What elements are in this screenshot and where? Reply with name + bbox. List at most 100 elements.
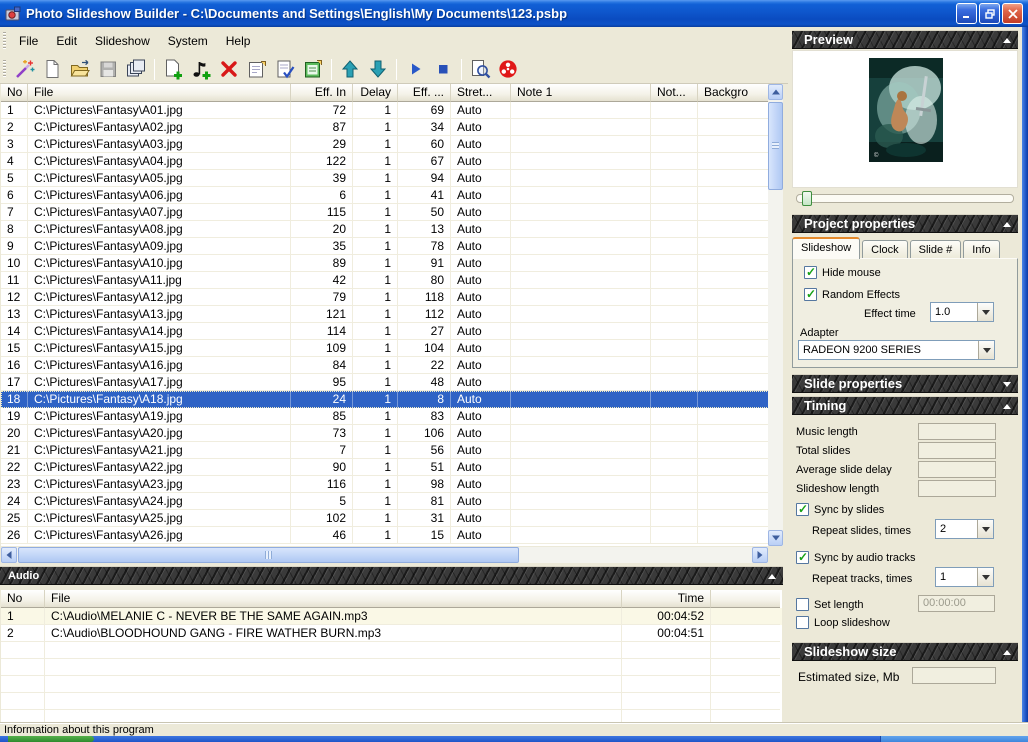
slideshow-size-header[interactable]: Slideshow size: [792, 642, 1018, 661]
open-project-icon[interactable]: [67, 57, 93, 82]
effect-time-combobox[interactable]: 1.0: [930, 302, 994, 322]
col-header-note1[interactable]: Note 1: [511, 84, 651, 102]
horizontal-scroll-thumb[interactable]: [18, 547, 519, 563]
menubar-grip-handle[interactable]: [3, 32, 6, 50]
preview-icon[interactable]: [467, 57, 493, 82]
play-icon[interactable]: [402, 57, 428, 82]
notes-icon[interactable]: [300, 57, 326, 82]
preview-slider-thumb[interactable]: [802, 191, 812, 206]
col-header-eff-in[interactable]: Eff. In: [291, 84, 353, 102]
loop-slideshow-checkbox[interactable]: [796, 616, 809, 629]
col-header-eff[interactable]: Eff. ...: [398, 84, 451, 102]
wheel-icon[interactable]: [495, 57, 521, 82]
minimize-button[interactable]: [956, 3, 977, 24]
tab-info[interactable]: Info: [963, 240, 999, 259]
verify-icon[interactable]: [272, 57, 298, 82]
slide-row[interactable]: 20C:\Pictures\Fantasy\A20.jpg731106Auto: [1, 425, 783, 442]
tab-clock[interactable]: Clock: [862, 240, 908, 259]
slide-row[interactable]: 13C:\Pictures\Fantasy\A13.jpg1211112Auto: [1, 306, 783, 323]
chevron-down-icon[interactable]: [977, 303, 993, 321]
slide-row[interactable]: 18C:\Pictures\Fantasy\A18.jpg2418Auto: [1, 391, 783, 408]
slide-row[interactable]: 26C:\Pictures\Fantasy\A26.jpg46115Auto: [1, 527, 783, 544]
repeat-tracks-combobox[interactable]: 1: [935, 567, 994, 587]
preview-slider-track[interactable]: [796, 194, 1014, 203]
tab-slide-[interactable]: Slide #: [910, 240, 962, 259]
timing-section-header[interactable]: Timing: [792, 396, 1018, 415]
slide-row[interactable]: 16C:\Pictures\Fantasy\A16.jpg84122Auto: [1, 357, 783, 374]
adapter-combobox[interactable]: RADEON 9200 SERIES: [798, 340, 995, 360]
slide-row[interactable]: 15C:\Pictures\Fantasy\A15.jpg1091104Auto: [1, 340, 783, 357]
menu-item-file[interactable]: File: [10, 31, 47, 51]
slides-horizontal-scrollbar[interactable]: [1, 547, 768, 563]
move-up-icon[interactable]: [337, 57, 363, 82]
menu-item-slideshow[interactable]: Slideshow: [86, 31, 159, 51]
restore-button[interactable]: [979, 3, 1000, 24]
audio-row[interactable]: 2C:\Audio\BLOODHOUND GANG - FIRE WATHER …: [1, 625, 782, 642]
slides-vertical-scrollbar[interactable]: [768, 84, 783, 546]
slide-row[interactable]: 22C:\Pictures\Fantasy\A22.jpg90151Auto: [1, 459, 783, 476]
audio-col-time[interactable]: Time: [622, 590, 711, 608]
slide-row[interactable]: 8C:\Pictures\Fantasy\A08.jpg20113Auto: [1, 221, 783, 238]
hide-mouse-checkbox[interactable]: [804, 266, 817, 279]
menu-item-system[interactable]: System: [159, 31, 217, 51]
slide-row[interactable]: 12C:\Pictures\Fantasy\A12.jpg791118Auto: [1, 289, 783, 306]
save-project-icon[interactable]: [95, 57, 121, 82]
audio-col-file[interactable]: File: [45, 590, 622, 608]
slide-row[interactable]: 1C:\Pictures\Fantasy\A01.jpg72169Auto: [1, 102, 783, 119]
project-properties-header[interactable]: Project properties: [792, 214, 1018, 233]
add-audio-icon[interactable]: [188, 57, 214, 82]
slide-row[interactable]: 17C:\Pictures\Fantasy\A17.jpg95148Auto: [1, 374, 783, 391]
move-down-icon[interactable]: [365, 57, 391, 82]
slide-row[interactable]: 19C:\Pictures\Fantasy\A19.jpg85183Auto: [1, 408, 783, 425]
audio-row[interactable]: 1C:\Audio\MELANIE C - NEVER BE THE SAME …: [1, 608, 782, 625]
col-header-background[interactable]: Backgro: [698, 84, 768, 102]
edit-properties-icon[interactable]: [244, 57, 270, 82]
preview-section-header[interactable]: Preview: [792, 30, 1018, 49]
col-header-file[interactable]: File: [28, 84, 291, 102]
add-slide-icon[interactable]: [160, 57, 186, 82]
col-header-stretch[interactable]: Stret...: [451, 84, 511, 102]
scroll-up-button[interactable]: [768, 84, 783, 100]
chevron-down-icon[interactable]: [978, 341, 994, 359]
collapse-arrow-icon[interactable]: [1003, 38, 1011, 43]
col-header-delay[interactable]: Delay: [353, 84, 398, 102]
slide-row[interactable]: 7C:\Pictures\Fantasy\A07.jpg115150Auto: [1, 204, 783, 221]
sync-by-slides-checkbox[interactable]: [796, 503, 809, 516]
audio-section-header[interactable]: Audio: [0, 566, 783, 585]
slide-row[interactable]: 5C:\Pictures\Fantasy\A05.jpg39194Auto: [1, 170, 783, 187]
col-header-note2[interactable]: Not...: [651, 84, 698, 102]
slide-row[interactable]: 14C:\Pictures\Fantasy\A14.jpg114127Auto: [1, 323, 783, 340]
menu-item-help[interactable]: Help: [217, 31, 260, 51]
col-header-no[interactable]: No: [1, 84, 28, 102]
slide-row[interactable]: 24C:\Pictures\Fantasy\A24.jpg5181Auto: [1, 493, 783, 510]
toolbar-grip-handle[interactable]: [3, 60, 6, 78]
start-button-fragment[interactable]: [8, 736, 94, 742]
collapse-arrow-icon[interactable]: [1003, 222, 1011, 227]
collapse-arrow-icon[interactable]: [1003, 404, 1011, 409]
slide-row[interactable]: 23C:\Pictures\Fantasy\A23.jpg116198Auto: [1, 476, 783, 493]
slide-row[interactable]: 11C:\Pictures\Fantasy\A11.jpg42180Auto: [1, 272, 783, 289]
slide-row[interactable]: 2C:\Pictures\Fantasy\A02.jpg87134Auto: [1, 119, 783, 136]
repeat-slides-combobox[interactable]: 2: [935, 519, 994, 539]
chevron-down-icon[interactable]: [977, 568, 993, 586]
audio-col-no[interactable]: No: [1, 590, 45, 608]
delete-icon[interactable]: [216, 57, 242, 82]
slide-properties-header[interactable]: Slide properties: [792, 374, 1018, 393]
slide-row[interactable]: 25C:\Pictures\Fantasy\A25.jpg102131Auto: [1, 510, 783, 527]
chevron-down-icon[interactable]: [977, 520, 993, 538]
menu-item-edit[interactable]: Edit: [47, 31, 86, 51]
slide-row[interactable]: 3C:\Pictures\Fantasy\A03.jpg29160Auto: [1, 136, 783, 153]
scroll-left-button[interactable]: [1, 547, 17, 563]
slide-row[interactable]: 21C:\Pictures\Fantasy\A21.jpg7156Auto: [1, 442, 783, 459]
collapse-arrow-icon[interactable]: [1003, 650, 1011, 655]
slide-row[interactable]: 6C:\Pictures\Fantasy\A06.jpg6141Auto: [1, 187, 783, 204]
new-project-icon[interactable]: [39, 57, 65, 82]
magic-wand-icon[interactable]: [11, 57, 37, 82]
sync-by-audio-checkbox[interactable]: [796, 551, 809, 564]
vertical-scroll-thumb[interactable]: [768, 102, 783, 190]
stop-icon[interactable]: [430, 57, 456, 82]
scroll-right-button[interactable]: [752, 547, 768, 563]
set-length-checkbox[interactable]: [796, 598, 809, 611]
close-button[interactable]: [1002, 3, 1023, 24]
random-effects-checkbox[interactable]: [804, 288, 817, 301]
